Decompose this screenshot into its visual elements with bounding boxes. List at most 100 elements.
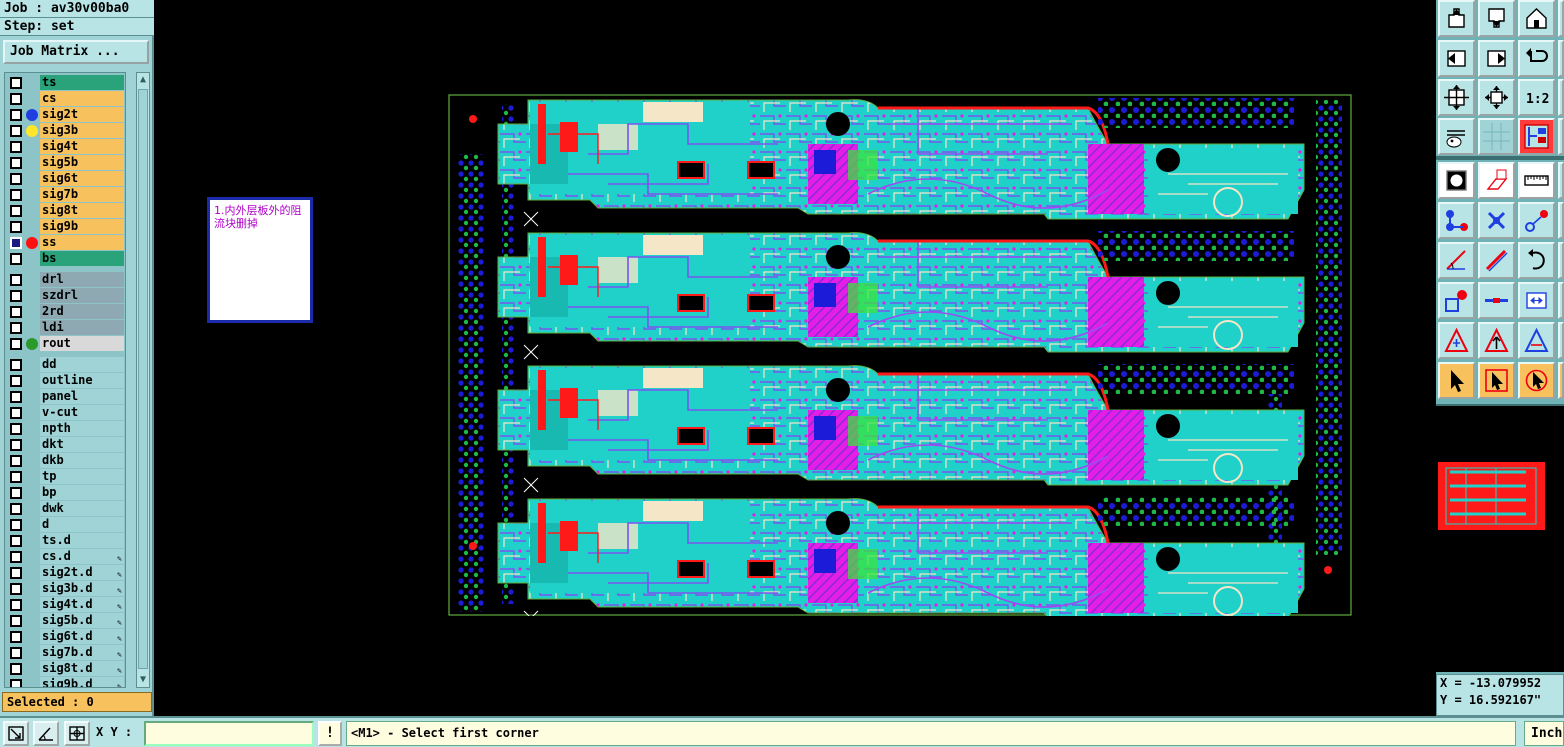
layer-checkbox[interactable] (10, 189, 22, 201)
layer-checkbox[interactable] (10, 407, 22, 419)
draw-segment-button[interactable] (1478, 242, 1515, 279)
layer-name[interactable]: sig6t.d ✎ (40, 629, 124, 644)
layer-name[interactable]: drl (40, 272, 124, 287)
layer-row-dkb[interactable]: dkb (5, 453, 125, 469)
layer-checkbox[interactable] (10, 551, 22, 563)
palette-button[interactable] (1438, 118, 1475, 155)
layer-name[interactable]: cs.d ✎ (40, 549, 124, 564)
layer-name[interactable]: sig4t (40, 139, 124, 154)
unit-toggle[interactable]: Inch (1524, 721, 1564, 746)
layer-row-sig2t.d[interactable]: sig2t.d ✎ (5, 565, 125, 581)
xy-coordinate-input[interactable] (144, 721, 314, 746)
layer-checkbox[interactable] (10, 519, 22, 531)
layer-name[interactable]: dkb (40, 453, 124, 468)
layer-row-2rd[interactable]: 2rd (5, 304, 125, 320)
layer-row-v-cut[interactable]: v-cut (5, 405, 125, 421)
clipped-tool-button[interactable] (1558, 282, 1564, 319)
layer-checkbox[interactable] (10, 306, 22, 318)
layer-checkbox[interactable] (10, 221, 22, 233)
layer-row-dwk[interactable]: dwk (5, 501, 125, 517)
layer-name[interactable]: d (40, 517, 124, 532)
layer-row-ts[interactable]: ts (5, 75, 125, 91)
zoom-1to2-button[interactable]: 1:2 (1518, 79, 1555, 116)
clipped-tool-button[interactable] (1558, 0, 1564, 37)
delete-cross-button[interactable] (1478, 202, 1515, 239)
measure-button[interactable] (33, 721, 59, 746)
move-left-button[interactable] (1438, 40, 1475, 77)
layer-row-sig4t[interactable]: sig4t (5, 139, 125, 155)
layer-checkbox[interactable] (10, 615, 22, 627)
layer-name[interactable]: szdrl (40, 288, 124, 303)
layer-name[interactable]: sig5b (40, 155, 124, 170)
layer-checkbox[interactable] (10, 109, 22, 121)
select-pointer-button[interactable] (1438, 362, 1475, 399)
split-line-button[interactable] (1478, 282, 1515, 319)
layer-row-outline[interactable]: outline (5, 373, 125, 389)
layer-checkbox[interactable] (10, 253, 22, 265)
layer-row-bs[interactable]: bs (5, 251, 125, 267)
layer-checkbox[interactable] (10, 679, 22, 687)
clipped-tool-button[interactable] (1558, 40, 1564, 77)
layer-checkbox[interactable] (10, 487, 22, 499)
layer-row-tp[interactable]: tp (5, 469, 125, 485)
clipped-tool-button[interactable] (1558, 202, 1564, 239)
layer-checkbox[interactable] (10, 455, 22, 467)
layer-name[interactable]: panel (40, 389, 124, 404)
layer-row-dkt[interactable]: dkt (5, 437, 125, 453)
layer-checkbox[interactable] (10, 290, 22, 302)
layer-name[interactable]: 2rd (40, 304, 124, 319)
select-circle-button[interactable] (1518, 362, 1555, 399)
layer-row-ss[interactable]: ss (5, 235, 125, 251)
clipped-tool-button[interactable] (1558, 118, 1564, 155)
layer-name[interactable]: npth (40, 421, 124, 436)
layer-name[interactable]: dd (40, 357, 124, 372)
layer-row-sig6t.d[interactable]: sig6t.d ✎ (5, 629, 125, 645)
layer-checkbox[interactable] (10, 663, 22, 675)
layer-checkbox[interactable] (10, 439, 22, 451)
zoom-area-button[interactable] (3, 721, 29, 746)
layer-name[interactable]: cs (40, 91, 124, 106)
layer-checkbox[interactable] (10, 141, 22, 153)
clipped-tool-button[interactable] (1558, 362, 1564, 399)
layer-name[interactable]: sig3b.d ✎ (40, 581, 124, 596)
layer-name[interactable]: bs (40, 251, 124, 266)
layer-row-cs[interactable]: cs (5, 91, 125, 107)
layer-checkbox[interactable] (10, 93, 22, 105)
layer-name[interactable]: sig2t.d ✎ (40, 565, 124, 580)
layer-row-sig8t[interactable]: sig8t (5, 203, 125, 219)
layer-row-drl[interactable]: drl (5, 272, 125, 288)
overview-window[interactable] (1436, 404, 1564, 672)
grid-snap-button[interactable] (64, 721, 90, 746)
layer-checkbox[interactable] (10, 274, 22, 286)
layer-checkbox[interactable] (10, 423, 22, 435)
layer-row-sig3b[interactable]: sig3b (5, 123, 125, 139)
layer-row-sig9b.d[interactable]: sig9b.d ✎ (5, 677, 125, 687)
layer-checkbox[interactable] (10, 583, 22, 595)
layer-name[interactable]: sig8t.d ✎ (40, 661, 124, 676)
view-3d-button[interactable] (1478, 162, 1515, 199)
rotate-arc-button[interactable] (1518, 242, 1555, 279)
layer-name[interactable]: ss (40, 235, 124, 250)
layer-row-sig7b.d[interactable]: sig7b.d ✎ (5, 645, 125, 661)
layer-row-sig8t.d[interactable]: sig8t.d ✎ (5, 661, 125, 677)
layer-name[interactable]: ts (40, 75, 124, 90)
layer-compare-button[interactable] (1518, 118, 1555, 155)
layer-checkbox[interactable] (10, 359, 22, 371)
triangle-up-button[interactable] (1438, 322, 1475, 359)
layer-up-button[interactable] (1438, 0, 1475, 37)
layer-checkbox[interactable] (10, 647, 22, 659)
ruler-button[interactable] (1518, 162, 1555, 199)
layer-name[interactable]: dkt (40, 437, 124, 452)
layer-checkbox[interactable] (10, 567, 22, 579)
layer-name[interactable]: sig6t (40, 171, 124, 186)
execute-button[interactable]: ! (318, 721, 342, 746)
layer-checkbox[interactable] (10, 503, 22, 515)
layer-name[interactable]: bp (40, 485, 124, 500)
draw-line-button[interactable] (1438, 242, 1475, 279)
select-box-button[interactable] (1478, 362, 1515, 399)
scroll-down-arrow-icon[interactable]: ▼ (137, 673, 149, 687)
layer-row-sig9b[interactable]: sig9b (5, 219, 125, 235)
layer-checkbox[interactable] (10, 173, 22, 185)
connect-pads-button[interactable] (1518, 202, 1555, 239)
move-right-button[interactable] (1478, 40, 1515, 77)
